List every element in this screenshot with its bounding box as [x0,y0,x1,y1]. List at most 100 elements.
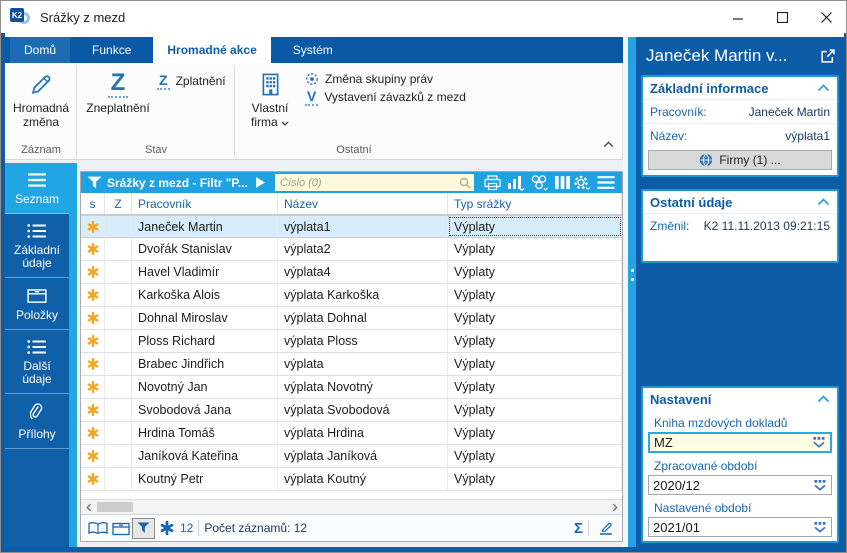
zplatneni-button[interactable]: Z Zplatnění [157,72,226,90]
zpracovane-input-wrap [648,475,832,495]
box-icon [27,287,47,304]
sidebar-item-prilohy[interactable]: Přílohy [5,394,69,449]
cell-nazev: výplata Hrdina [278,422,448,444]
sidebar-item-dalsi-udaje[interactable]: Další údaje [5,330,69,394]
tab-funkce[interactable]: Funkce [78,37,145,63]
preview-panel: Janeček Martin v... Základní informace P… [636,37,844,547]
column-header-pracovnik[interactable]: Pracovník [132,193,278,214]
print-icon[interactable] [481,174,503,191]
cell-nazev: výplata [278,353,448,375]
settings-gear-icon[interactable] [571,174,593,191]
search-input[interactable] [275,177,459,189]
table-row[interactable]: Havel Vladimír výplata4 Výplaty [81,261,622,284]
zpracovane-input[interactable] [649,478,809,493]
asterisk-icon [87,266,99,278]
box-view-icon[interactable] [109,518,132,539]
hromadna-zmena-button[interactable]: Hromadná změna [9,67,73,139]
close-button[interactable] [804,1,847,33]
zneplatneni-button[interactable]: Z Zneplatnění [83,67,153,139]
kniha-input[interactable] [650,435,808,450]
minimize-button[interactable] [716,1,760,33]
table-row[interactable]: Janíková Kateřina výplata Janíková Výpla… [81,445,622,468]
asterisk-status-icon[interactable] [155,518,178,539]
tab-domu[interactable]: Domů [10,37,70,63]
app-window: K2 Srážky z mezd Domů Funkce Hromadné ak… [0,0,847,553]
collapse-section-icon[interactable] [817,198,830,206]
cell-pracovnik: Brabec Jindřich [132,353,278,375]
asterisk-icon [87,221,99,233]
scroll-left-icon[interactable] [81,500,96,514]
firmy-button[interactable]: Firmy (1) ... [648,150,832,170]
table-menu-icon[interactable] [595,174,617,191]
cell-pracovnik: Novotný Jan [132,376,278,398]
nastavene-input[interactable] [649,520,809,535]
sidebar-item-polozky[interactable]: Položky [5,278,69,330]
rights-group-icon [305,72,319,86]
chart-icon[interactable] [505,174,527,191]
z-invalidate-icon: Z [108,71,129,98]
cell-z [105,238,132,260]
building-icon [261,67,280,101]
zmena-skupiny-prav-button[interactable]: Změna skupiny práv [305,70,433,88]
collapse-section-icon[interactable] [817,395,830,403]
tab-system[interactable]: Systém [279,37,347,63]
tab-hromadne-akce[interactable]: Hromadné akce [153,37,270,63]
zpracovane-label: Zpracované období [643,453,837,475]
status-divider [198,520,199,536]
filter-icon[interactable] [87,172,102,193]
table-row[interactable]: Ploss Richard výplata Ploss Výplaty [81,330,622,353]
filter-count: 12 [180,521,193,535]
asterisk-icon [87,358,99,370]
grouping-icon[interactable] [528,174,550,191]
table-row[interactable]: Dvořák Stanislav výplata2 Výplaty [81,238,622,261]
table-row[interactable]: Svobodová Jana výplata Svobodová Výplaty [81,399,622,422]
vystaveni-zavazku-button[interactable]: V Vystavení závazků z mezd [305,88,466,106]
panel-accent-strip[interactable] [628,37,636,547]
table-row[interactable]: Janeček Martin výplata1 Výplaty [81,215,622,238]
table-row[interactable]: Hrdina Tomáš výplata Hrdina Výplaty [81,422,622,445]
sidebar-item-seznam[interactable]: Seznam [5,163,69,214]
dropdown-icon[interactable] [808,437,830,448]
cell-typ: Výplaty [448,307,622,329]
maximize-button[interactable] [760,1,804,33]
cell-z [105,468,132,490]
sidebar-item-zakladni-udaje[interactable]: Základní údaje [5,214,69,278]
table-row[interactable]: Karkoška Alois výplata Karkoška Výplaty [81,284,622,307]
collapse-section-icon[interactable] [817,84,830,92]
dropdown-icon[interactable] [809,522,831,533]
column-header-z[interactable]: Z [105,193,132,214]
cell-typ: Výplaty [448,445,622,467]
nastavene-label: Nastavené období [643,495,837,517]
column-header-typ[interactable]: Typ srážky [448,193,622,214]
scrollbar-thumb[interactable] [97,502,133,512]
dropdown-icon[interactable] [809,480,831,491]
asterisk-icon [87,243,99,255]
table-row[interactable]: Brabec Jindřich výplata Výplaty [81,353,622,376]
columns-icon[interactable] [551,174,573,191]
cell-z [105,330,132,352]
record-star-cell [81,376,105,398]
cell-z [105,307,132,329]
edit-pencil-icon[interactable] [594,518,617,539]
horizontal-scrollbar[interactable] [81,499,622,514]
field-pracovnik: Pracovník: Janeček Martin [643,99,837,123]
asterisk-icon [87,427,99,439]
filter-toggle-icon[interactable] [132,518,155,539]
table-row[interactable]: Novotný Jan výplata Novotný Výplaty [81,376,622,399]
asterisk-icon [87,335,99,347]
cell-pracovnik: Havel Vladimír [132,261,278,283]
vlastni-firma-button[interactable]: Vlastní firma [241,67,299,139]
sum-icon[interactable]: Σ [574,520,583,537]
title-bar: K2 Srážky z mezd [1,1,847,33]
column-header-nazev[interactable]: Název [278,193,448,214]
table-row[interactable]: Koutný Petr výplata Koutný Výplaty [81,468,622,491]
scroll-right-icon[interactable] [607,500,622,514]
column-header-s[interactable]: s [81,193,105,214]
book-view-icon[interactable] [86,518,109,539]
table-row[interactable]: Dohnal Miroslav výplata Dohnal Výplaty [81,307,622,330]
run-filter-icon[interactable] [255,172,266,193]
section-nastaveni: Nastavení Kniha mzdových dokladů Zpracov… [641,386,839,543]
open-external-icon[interactable] [820,49,835,69]
asterisk-icon [87,381,99,393]
ribbon-collapse-icon[interactable] [603,135,614,153]
